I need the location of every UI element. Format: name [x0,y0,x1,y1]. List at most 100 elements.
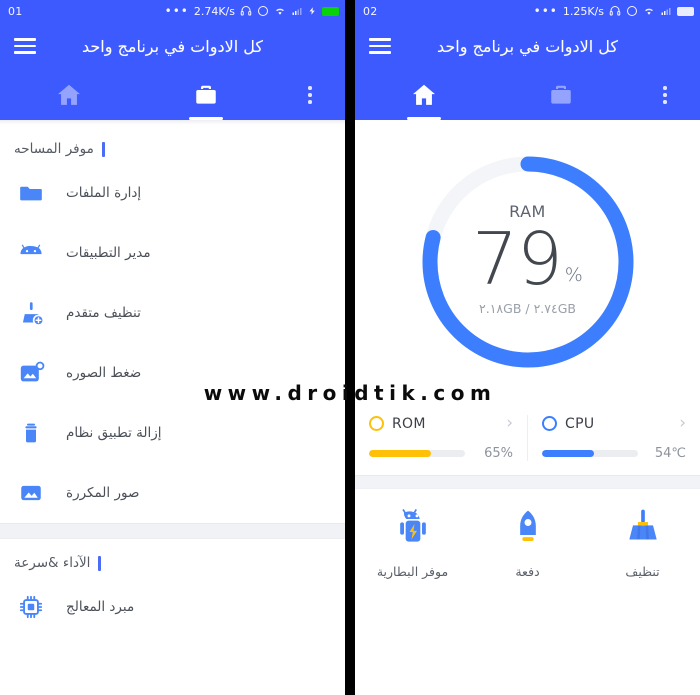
battery-saver-robot-icon [393,507,433,551]
section-title: الآداء &سرعة [14,555,91,571]
headset-icon [240,6,252,16]
app-bar-left: كل الادوات في برنامج واحد [0,22,345,120]
app-bar-top-right: كل الادوات في برنامج واحد [355,22,700,70]
circle-icon [627,6,637,16]
quick-actions-row: تنظيف دفعة موفر البطارية [355,489,700,589]
ram-gauge-card[interactable]: RAM 79 % ٢.١٨GB / ٢.٧٤GB [355,120,700,403]
status-bar-right: 02 ••• 1.25K/s [355,0,700,22]
ram-ring-svg [422,156,633,367]
cpu-progress-bar [542,450,638,457]
list-item-label: تنظيف متقدم [66,305,141,321]
list-item[interactable]: ضغط الصوره [0,343,345,403]
section-header-space-saver: موفر المساحه [0,125,345,163]
circle-icon [258,6,268,16]
action-boost[interactable]: دفعة [470,507,585,579]
list-item[interactable]: إدارة الملفات [0,163,345,223]
section-divider [355,475,700,489]
briefcase-icon [551,85,571,104]
list-item-label: ضغط الصوره [66,365,142,381]
tab-home[interactable] [0,70,138,120]
signal-icon [661,8,671,15]
list-item[interactable]: مدير التطبيقات [0,223,345,283]
home-icon [57,84,80,105]
list-item-label: مبرد المعالج [66,599,135,615]
list-item[interactable]: إزالة تطبيق نظام [0,403,345,463]
signal-icon [292,8,302,15]
status-icons-group: ••• 2.74K/s [165,5,339,18]
duplicate-photos-icon [14,476,48,510]
list-item-label: صور المكررة [66,485,140,501]
image-compress-icon [14,356,48,390]
status-clock: 02 [363,4,378,18]
stat-rom-body: 65% [369,446,513,461]
stat-cpu-header: CPU › [542,415,686,432]
tab-toolbox[interactable] [493,70,631,120]
hamburger-icon[interactable] [369,38,391,54]
android-robot-icon [14,236,48,270]
kebab-menu-icon [663,86,667,104]
tab-bar-right [355,70,700,120]
status-bar-left: 01 ••• 2.74K/s [0,0,345,22]
tab-toolbox[interactable] [138,70,276,120]
stats-row: ROM › 65% CPU › 54℃ [355,403,700,475]
ellipsis-icon: ••• [533,4,558,18]
action-clean[interactable]: تنظيف [585,507,700,579]
chevron-right-icon[interactable]: › [506,415,513,432]
list-item[interactable]: صور المكررة [0,463,345,523]
tab-bar-left [0,70,345,120]
list-item[interactable]: مبرد المعالج [0,577,345,637]
home-dashboard: RAM 79 % ٢.١٨GB / ٢.٧٤GB ROM › 65% CPU ›… [355,120,700,695]
stat-rom[interactable]: ROM › 65% [355,415,527,461]
charging-icon [309,7,315,15]
screenshot-stage: 01 ••• 2.74K/s كل الادوات في برنامج واحد… [0,0,700,695]
section-accent-bar [101,141,105,157]
battery-icon [677,6,694,16]
overflow-menu-button[interactable] [630,70,700,120]
wifi-icon [645,8,653,15]
broom-icon [623,507,663,551]
section-header-performance: الآداء &سرعة [0,539,345,577]
ellipsis-icon: ••• [164,4,189,18]
network-speed-text: 1.25K/s [562,4,604,18]
chevron-right-icon[interactable]: › [679,415,686,432]
cpu-cooler-icon [14,590,48,624]
rom-dot-icon [369,416,384,431]
action-battery-saver[interactable]: موفر البطارية [355,507,470,579]
list-item[interactable]: تنظيف متقدم [0,283,345,343]
trash-icon [14,416,48,450]
briefcase-icon [196,85,216,104]
list-item-label: مدير التطبيقات [66,245,151,261]
list-item-label: إدارة الملفات [66,185,142,201]
battery-icon [322,6,339,16]
home-icon [412,84,435,105]
stat-rom-value: 65% [484,446,513,461]
network-speed-text: 2.74K/s [193,4,235,18]
phone-screen-left: 01 ••• 2.74K/s كل الادوات في برنامج واحد… [0,0,345,695]
rom-progress-bar [369,450,465,457]
app-bar-right: كل الادوات في برنامج واحد [355,22,700,120]
tab-home[interactable] [355,70,493,120]
action-battery-label: موفر البطارية [376,564,449,579]
stat-cpu[interactable]: CPU › 54℃ [527,415,700,461]
broom-plus-icon [14,296,48,330]
cpu-dot-icon [542,416,557,431]
stat-cpu-value: 54℃ [654,446,686,461]
status-icons-group: ••• 1.25K/s [534,5,694,18]
hamburger-icon[interactable] [14,38,36,54]
phone-screen-right: 02 ••• 1.25K/s كل الادوات في برنامج واحد… [355,0,700,695]
section-title: موفر المساحه [14,141,94,157]
list-item-label: إزالة تطبيق نظام [66,425,162,441]
ram-progress-ring: RAM 79 % ٢.١٨GB / ٢.٧٤GB [414,148,642,376]
overflow-menu-button[interactable] [275,70,345,120]
page-title: كل الادوات في برنامج واحد [82,36,263,56]
kebab-menu-icon [308,86,312,104]
panel-gap [345,0,355,695]
stat-cpu-label: CPU [565,415,595,432]
section-accent-bar [98,555,102,571]
stat-rom-header: ROM › [369,415,513,432]
app-bar-top-left: كل الادوات في برنامج واحد [0,22,345,70]
toolbox-list: موفر المساحه إدارة الملفات مدير التطبيقا… [0,120,345,695]
folder-icon [14,176,48,210]
wifi-icon [276,8,284,15]
section-divider [0,523,345,539]
